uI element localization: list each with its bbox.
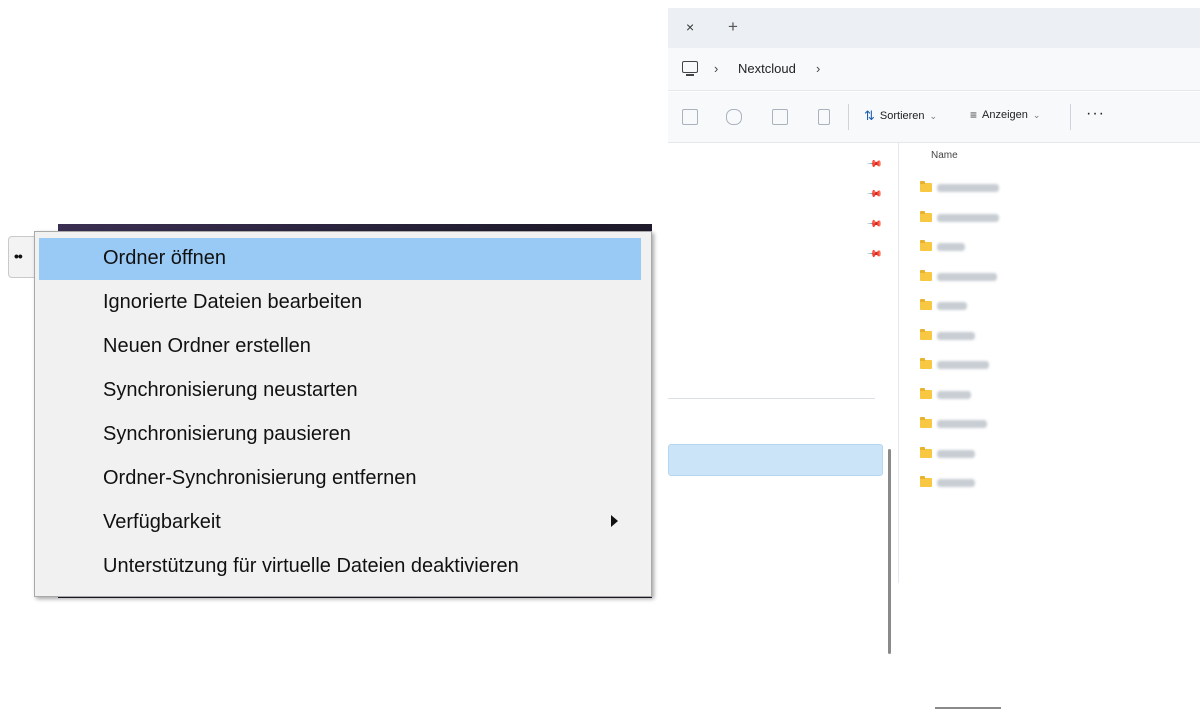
menu-item[interactable]: Verfügbarkeit — [39, 502, 641, 544]
file-list: Name — [899, 143, 1200, 709]
column-header-name[interactable]: Name — [931, 150, 958, 161]
folder-row[interactable] — [917, 210, 1017, 228]
menu-item[interactable]: Ordner-Synchronisierung entfernen — [39, 458, 641, 500]
folder-icon — [920, 446, 932, 458]
folder-name-blurred — [937, 243, 965, 251]
sort-button[interactable]: ⇅ Sortieren ⌄ — [864, 108, 937, 124]
command-bar: ⇅ Sortieren ⌄ ≡ Anzeigen ⌄ ··· — [668, 92, 1200, 143]
context-menu: Ordner öffnen Ignorierte Dateien bearbeit… — [34, 231, 652, 597]
menu-item[interactable]: Ignorierte Dateien bearbeiten — [39, 282, 641, 324]
folder-icon — [920, 476, 932, 487]
pin-icon[interactable]: 📌 — [866, 156, 883, 173]
chevron-right-icon[interactable]: › — [714, 61, 718, 76]
menu-item[interactable]: Synchronisierung neustarten — [39, 370, 641, 412]
folder-name-blurred — [937, 331, 975, 340]
folder-row[interactable] — [917, 298, 1017, 316]
folder-name-blurred — [937, 272, 997, 281]
folder-icon — [920, 269, 932, 281]
paste-icon[interactable] — [682, 109, 698, 125]
sort-icon: ⇅ — [864, 108, 875, 123]
folder-row[interactable] — [917, 357, 1017, 375]
menu-item-label: Ordner öffnen — [103, 247, 227, 269]
menu-item[interactable]: Neuen Ordner erstellen — [39, 326, 641, 368]
menu-item[interactable]: Synchronisierung pausieren — [39, 414, 641, 456]
view-button[interactable]: ≡ Anzeigen ⌄ — [970, 108, 1040, 122]
folder-name-blurred — [937, 213, 999, 222]
folder-name-blurred — [937, 184, 999, 192]
sort-label: Sortieren — [879, 110, 925, 122]
folder-row[interactable] — [917, 387, 1017, 405]
folder-name-blurred — [937, 420, 987, 428]
folder-icon — [920, 299, 932, 310]
computer-icon[interactable] — [682, 61, 698, 76]
folder-icon — [920, 240, 932, 251]
folder-icon — [920, 358, 932, 369]
folder-icon — [920, 417, 932, 428]
folder-row[interactable] — [917, 475, 1017, 493]
folder-row[interactable] — [917, 269, 1017, 287]
view-icon: ≡ — [970, 108, 978, 122]
chevron-down-icon: ⌄ — [1032, 109, 1041, 120]
chevron-right-icon[interactable]: › — [816, 61, 820, 76]
folder-name-blurred — [937, 361, 989, 369]
nav-divider — [668, 398, 875, 399]
menu-item-label: Synchronisierung pausieren — [103, 423, 351, 445]
share-icon[interactable] — [772, 109, 788, 125]
address-bar[interactable]: › Nextcloud › — [668, 48, 1200, 91]
menu-item-label: Neuen Ordner erstellen — [103, 335, 311, 357]
folder-row[interactable] — [917, 180, 1017, 198]
pin-icon[interactable]: 📌 — [866, 186, 883, 203]
menu-item-label: Unterstützung für virtuelle Dateien deak… — [103, 555, 519, 577]
pin-icon[interactable]: 📌 — [866, 216, 883, 233]
file-explorer-window: × + › Nextcloud › ⇅ Sortieren ⌄ ≡ Anzeig… — [668, 8, 1200, 709]
delete-icon[interactable] — [818, 109, 830, 125]
menu-item[interactable]: Ordner öffnen — [39, 238, 641, 280]
folder-name-blurred — [937, 449, 975, 458]
folder-row[interactable] — [917, 328, 1017, 346]
folder-row[interactable] — [917, 416, 1017, 434]
nav-item-selected[interactable] — [668, 444, 883, 476]
toolbar-divider — [848, 104, 849, 130]
more-options-button[interactable]: ··· — [1086, 105, 1105, 123]
nav-scrollbar[interactable] — [888, 449, 891, 654]
view-label: Anzeigen — [982, 109, 1028, 121]
menu-item-label: Ordner-Synchronisierung entfernen — [103, 467, 417, 489]
folder-icon — [920, 181, 932, 192]
menu-item[interactable]: Unterstützung für virtuelle Dateien deak… — [39, 546, 641, 588]
pin-icon[interactable]: 📌 — [866, 246, 883, 263]
folder-name-blurred — [937, 479, 975, 487]
folder-icon — [920, 387, 932, 399]
folder-row[interactable] — [917, 239, 1017, 257]
folder-name-blurred — [937, 390, 971, 399]
navigation-pane: 📌 📌 📌 📌 — [668, 143, 891, 654]
menu-item-label: Ignorierte Dateien bearbeiten — [103, 291, 363, 313]
menu-item-label: Synchronisierung neustarten — [103, 379, 358, 401]
menu-item-label: Verfügbarkeit — [103, 511, 221, 533]
breadcrumb-nextcloud[interactable]: Nextcloud — [738, 61, 796, 76]
submenu-arrow-icon — [611, 515, 618, 527]
folder-name-blurred — [937, 302, 967, 310]
new-tab-button[interactable]: + — [728, 17, 738, 37]
folder-row[interactable] — [917, 446, 1017, 464]
tab-bar: × + — [668, 8, 1200, 48]
rename-icon[interactable] — [726, 109, 742, 125]
folder-icon — [920, 328, 932, 340]
folder-icon — [920, 210, 932, 222]
toolbar-divider — [1070, 104, 1071, 130]
close-tab-button[interactable]: × — [686, 19, 694, 35]
chevron-down-icon: ⌄ — [929, 110, 938, 121]
